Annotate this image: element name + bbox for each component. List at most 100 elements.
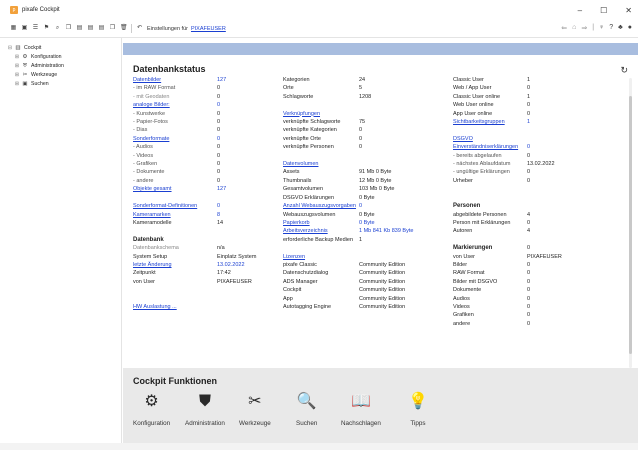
collapse-icon[interactable]: ⊟: [7, 45, 13, 51]
reader-icon[interactable]: ♣: [618, 24, 623, 32]
stat-row[interactable]: Kameramarken 8: [133, 211, 283, 219]
stat-label: RAW Format: [453, 270, 485, 277]
window-icon[interactable]: ▣: [21, 25, 28, 32]
expand-icon[interactable]: ⊞: [14, 81, 20, 87]
stat-row: - andere 0: [133, 177, 283, 185]
stat-label: App: [283, 295, 293, 302]
stat-link[interactable]: analoge Bilder:: [133, 101, 170, 109]
expand-icon[interactable]: ⊞: [14, 54, 20, 60]
stat-label: abgebildete Personen: [453, 211, 507, 218]
stat-link[interactable]: DSGVO: [453, 135, 473, 143]
stat-label: - Dokumente: [133, 169, 165, 176]
stat-link[interactable]: Objekte gesamt: [133, 185, 172, 193]
stat-value: 1: [527, 77, 531, 83]
stat-link[interactable]: Lizenzen: [283, 253, 305, 261]
list-icon[interactable]: ☰: [32, 25, 39, 32]
tree-item-werkzeuge[interactable]: ⊞ ✂ Werkzeuge: [0, 70, 121, 79]
lightbulb-icon[interactable]: ♀: [599, 24, 604, 32]
tree-item-cockpit[interactable]: ⊟ ▥ Cockpit: [0, 43, 121, 52]
document-icon[interactable]: ▤: [87, 25, 94, 32]
user-icon[interactable]: ●: [628, 24, 632, 32]
trash-icon[interactable]: 🗑: [120, 25, 128, 32]
cockpit-function-konfiguration[interactable]: ⚙ Konfiguration: [133, 392, 170, 427]
stat-row[interactable]: Verknüpfungen: [283, 110, 458, 118]
stat-row[interactable]: Objekte gesamt 127: [133, 185, 283, 193]
stat-row[interactable]: Datenvolumen: [283, 160, 458, 168]
cockpit-function-tipps[interactable]: 💡 Tipps: [408, 392, 428, 427]
refresh-icon[interactable]: ↻: [620, 65, 628, 76]
stat-label: verknüpfte Personen: [283, 144, 334, 151]
stat-row[interactable]: HW Auslastung ...: [133, 303, 283, 311]
stat-link[interactable]: Kameramarken: [133, 211, 171, 219]
tree-item-administration[interactable]: ⊞ ⛨ Administration: [0, 61, 121, 70]
stat-link[interactable]: Datenbilder: [133, 76, 161, 84]
reader-icon: 📖: [350, 393, 371, 410]
stat-label: - ungültige Erklärungen: [453, 169, 510, 176]
document-icon[interactable]: ▤: [76, 25, 83, 32]
tree-item-label: Suchen: [31, 80, 49, 87]
stat-row: Orte 5: [283, 84, 458, 92]
stat-row[interactable]: Arbeitsverzeichnis 1 Mb 841 Kb 839 Byte: [283, 227, 458, 235]
grid-view-icon[interactable]: ▦: [10, 25, 17, 32]
forward-arrow-icon[interactable]: ⇒: [581, 24, 587, 32]
stat-value: 13.02.2022: [217, 261, 245, 268]
tree-item-konfiguration[interactable]: ⊞ ⚙ Konfiguration: [0, 52, 121, 61]
copy-icon[interactable]: ❐: [109, 25, 116, 32]
tag-icon[interactable]: ⚑: [43, 25, 50, 32]
stat-row[interactable]: Sichtbarkeitsgruppen 1: [453, 118, 633, 126]
stat-row[interactable]: DSGVO: [453, 135, 633, 143]
expand-icon[interactable]: ⊞: [14, 72, 20, 78]
stat-link[interactable]: Sonderformat-Definitionen: [133, 202, 197, 210]
stat-row: - Dokumente 0: [133, 168, 283, 176]
cockpit-function-nachschlagen[interactable]: 📖 Nachschlagen: [341, 392, 381, 427]
cockpit-function-werkzeuge[interactable]: ✂ Werkzeuge: [239, 392, 271, 427]
document-icon[interactable]: ▤: [98, 25, 105, 32]
stat-link[interactable]: Einverständniserklärungen: [453, 143, 518, 151]
stat-link[interactable]: letzte Änderung: [133, 261, 172, 269]
stat-row[interactable]: Anzahl Webauszugsvorgaben 0: [283, 202, 458, 210]
stat-link[interactable]: Sonderformate: [133, 135, 169, 143]
navigation-tree: ⊟ ▥ Cockpit ⊞ ⚙ Konfiguration ⊞ ⛨ Admini…: [0, 38, 122, 443]
settings-user-link[interactable]: PIXAFEUSER: [191, 26, 226, 32]
stat-value: 0: [359, 203, 363, 210]
stat-row[interactable]: Datenbilder 127: [133, 76, 283, 84]
stat-value: 24: [359, 77, 366, 83]
tree-item-suchen[interactable]: ⊞ ▣ Suchen: [0, 79, 121, 88]
stat-value: 0: [527, 320, 531, 327]
home-icon[interactable]: ⌂: [572, 24, 576, 32]
cockpit-function-administration[interactable]: ⛊ Administration: [185, 392, 225, 427]
search-icon[interactable]: ⌕: [54, 25, 61, 32]
copy-icon[interactable]: ❐: [65, 25, 72, 32]
stat-label: Datenbankschema: [133, 245, 179, 252]
cockpit-function-suchen[interactable]: 🔍 Suchen: [296, 392, 317, 427]
undo-icon[interactable]: ↶: [136, 25, 143, 32]
stat-row[interactable]: Sonderformate 0: [133, 135, 283, 143]
minimize-button[interactable]: –: [578, 6, 582, 15]
stat-link[interactable]: Arbeitsverzeichnis: [283, 227, 328, 235]
stat-row[interactable]: analoge Bilder: 0: [133, 101, 283, 109]
stat-row[interactable]: Sonderformat-Definitionen 0: [133, 202, 283, 210]
back-arrow-icon[interactable]: ⇐: [561, 24, 567, 32]
expand-icon[interactable]: ⊞: [14, 63, 20, 69]
search-icon: ▣: [22, 80, 28, 87]
stat-link[interactable]: HW Auslastung ...: [133, 303, 177, 311]
stat-label: ADS Manager: [283, 278, 318, 285]
close-button[interactable]: ✕: [625, 6, 632, 15]
stat-row[interactable]: Einverständniserklärungen 0: [453, 143, 633, 151]
stat-link[interactable]: Papierkorb: [283, 219, 310, 227]
stat-label: erforderliche Backup Medien: [283, 236, 354, 243]
stat-row[interactable]: Lizenzen: [283, 253, 458, 261]
stat-row: - bereits abgelaufen 0: [453, 152, 633, 160]
tools-icon: ✂: [248, 393, 262, 410]
stat-row: Urheber 0: [453, 177, 633, 185]
stat-row[interactable]: Papierkorb 0 Byte: [283, 219, 458, 227]
help-icon[interactable]: ?: [609, 24, 613, 32]
stat-row[interactable]: letzte Änderung 13.02.2022: [133, 261, 283, 269]
stat-label: Autotagging Engine: [283, 303, 332, 310]
stat-link[interactable]: Anzahl Webauszugsvorgaben: [283, 202, 356, 210]
stat-label: Datenbank: [133, 236, 164, 243]
maximize-button[interactable]: ☐: [600, 6, 607, 15]
stat-link[interactable]: Datenvolumen: [283, 160, 318, 168]
stat-link[interactable]: Sichtbarkeitsgruppen: [453, 118, 505, 126]
stat-link[interactable]: Verknüpfungen: [283, 110, 320, 118]
